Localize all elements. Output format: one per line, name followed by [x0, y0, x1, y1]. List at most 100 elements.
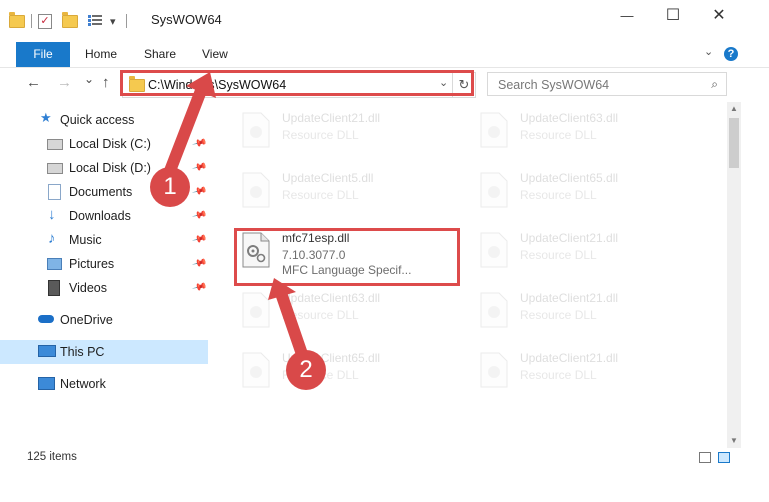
file-name: UpdateClient21.dll — [520, 291, 619, 305]
scroll-up-icon[interactable]: ▲ — [727, 102, 741, 116]
file-type: Resource DLL — [520, 188, 597, 202]
recent-locations-button[interactable]: ⌄ — [84, 72, 94, 86]
pin-icon[interactable]: 📌 — [191, 280, 207, 296]
pictures-icon — [47, 258, 62, 270]
sidebar-item-this-pc[interactable]: This PC — [0, 340, 208, 364]
toolbar-separator — [31, 14, 32, 28]
sidebar-item-label: This PC — [60, 345, 105, 359]
scroll-thumb[interactable] — [729, 118, 739, 168]
details-view-icon[interactable] — [699, 452, 711, 463]
minimize-button[interactable]: — — [604, 0, 650, 32]
file-item[interactable]: UpdateClient21.dll Resource DLL — [473, 226, 693, 280]
star-icon: ★ — [40, 110, 52, 125]
vertical-scrollbar[interactable]: ▲ ▼ — [727, 102, 741, 448]
properties-check-icon[interactable]: ✓ — [38, 13, 52, 29]
cloud-icon — [38, 315, 54, 323]
pin-icon[interactable]: 📌 — [191, 160, 207, 176]
window-title: SysWOW64 — [151, 12, 222, 27]
search-icon[interactable]: ⌕ — [711, 77, 718, 92]
sidebar-item-videos[interactable]: Videos 📌 — [0, 276, 208, 300]
file-item[interactable]: UpdateClient63.dll Resource DLL — [473, 106, 693, 160]
scroll-down-icon[interactable]: ▼ — [727, 434, 741, 448]
file-name: UpdateClient21.dll — [520, 231, 619, 245]
sidebar-item-onedrive[interactable]: OneDrive — [0, 308, 208, 332]
file-item[interactable]: UpdateClient65.dll Resource DLL — [235, 346, 455, 400]
sidebar-item-label: Local Disk (C:) — [69, 137, 151, 151]
music-icon: ♪ — [48, 230, 56, 247]
sidebar-item-label: Videos — [69, 281, 107, 295]
dll-file-icon — [479, 292, 509, 328]
pin-icon[interactable]: 📌 — [191, 184, 207, 200]
tab-home[interactable]: Home — [85, 42, 117, 67]
file-name: UpdateClient21.dll — [520, 351, 619, 365]
tab-share[interactable]: Share — [144, 42, 176, 67]
sidebar-item-label: Music — [69, 233, 102, 247]
file-type: Resource DLL — [520, 248, 597, 262]
sidebar-item-label: Local Disk (D:) — [69, 161, 151, 175]
pin-icon[interactable]: 📌 — [191, 232, 207, 248]
file-type: Resource DLL — [520, 308, 597, 322]
back-button[interactable]: ← — [26, 74, 41, 91]
search-box[interactable]: ⌕ — [487, 72, 727, 96]
maximize-button[interactable]: ☐ — [650, 0, 696, 32]
sidebar-item-label: Quick access — [60, 113, 135, 127]
tab-view[interactable]: View — [202, 42, 228, 67]
sidebar-item-downloads[interactable]: ↓ Downloads 📌 — [0, 204, 208, 228]
file-name: UpdateClient63.dll — [282, 291, 381, 305]
list-properties-icon[interactable] — [88, 15, 102, 27]
quick-access-toolbar: ✓ ▾ — [7, 11, 127, 30]
sidebar-item-label: Downloads — [69, 209, 131, 223]
sidebar-item-label: Documents — [69, 185, 133, 199]
file-item[interactable]: UpdateClient65.dll Resource DLL — [473, 166, 693, 220]
file-explorer-window: ✓ ▾ SysWOW64 — ☐ ✕ File Home Share View … — [0, 0, 769, 474]
sidebar-item-local-disk-c[interactable]: Local Disk (C:) 📌 — [0, 132, 208, 156]
file-type: Resource DLL — [520, 128, 597, 142]
file-item[interactable]: UpdateClient5.dll Resource DLL — [235, 166, 455, 220]
dll-file-icon — [479, 172, 509, 208]
large-icons-view-icon[interactable] — [718, 452, 730, 463]
network-icon — [38, 377, 55, 390]
forward-button[interactable]: → — [57, 74, 72, 91]
pin-icon[interactable]: 📌 — [191, 208, 207, 224]
up-button[interactable]: ↑ — [102, 74, 110, 91]
drive-icon — [47, 163, 63, 174]
file-item[interactable]: UpdateClient63.dll Resource DLL — [235, 286, 455, 340]
documents-icon — [48, 184, 61, 200]
file-highlight-box — [234, 228, 460, 286]
sidebar-item-music[interactable]: ♪ Music 📌 — [0, 228, 208, 252]
file-item[interactable]: UpdateClient21.dll Resource DLL — [235, 106, 455, 160]
help-icon[interactable]: ? — [724, 47, 738, 61]
file-type: Resource DLL — [520, 368, 597, 382]
dll-file-icon — [241, 352, 271, 388]
new-folder-icon[interactable] — [62, 11, 78, 28]
close-button[interactable]: ✕ — [696, 0, 742, 32]
download-icon: ↓ — [48, 206, 56, 223]
tab-file[interactable]: File — [16, 42, 70, 67]
sidebar-item-quick-access[interactable]: ★ Quick access — [0, 108, 208, 132]
file-type: Resource DLL — [282, 128, 359, 142]
pin-icon[interactable]: 📌 — [191, 136, 207, 152]
sidebar-item-pictures[interactable]: Pictures 📌 — [0, 252, 208, 276]
file-item[interactable]: UpdateClient21.dll Resource DLL — [473, 346, 693, 400]
customize-toolbar-dropdown[interactable]: ▾ — [110, 15, 116, 28]
file-item[interactable]: UpdateClient21.dll Resource DLL — [473, 286, 693, 340]
search-input[interactable] — [496, 77, 700, 93]
pin-icon[interactable]: 📌 — [191, 256, 207, 272]
dll-file-icon — [479, 232, 509, 268]
sidebar-item-label: OneDrive — [60, 313, 113, 327]
item-count: 125 items — [27, 451, 77, 463]
file-type: Resource DLL — [282, 308, 359, 322]
file-type: Resource DLL — [282, 188, 359, 202]
file-name: UpdateClient21.dll — [282, 111, 381, 125]
videos-icon — [48, 280, 60, 296]
folder-icon — [9, 11, 25, 28]
ribbon-expand-chevron-icon[interactable]: ⌄ — [704, 45, 713, 58]
callout-step-2: 2 — [286, 350, 326, 390]
dll-file-icon — [241, 172, 271, 208]
address-highlight-box — [120, 70, 474, 96]
file-name: UpdateClient5.dll — [282, 171, 374, 185]
dll-file-icon — [479, 352, 509, 388]
ribbon-tabs: File Home Share View ⌄ ? — [0, 40, 769, 68]
sidebar-item-network[interactable]: Network — [0, 372, 208, 396]
status-bar: 125 items — [0, 448, 769, 468]
